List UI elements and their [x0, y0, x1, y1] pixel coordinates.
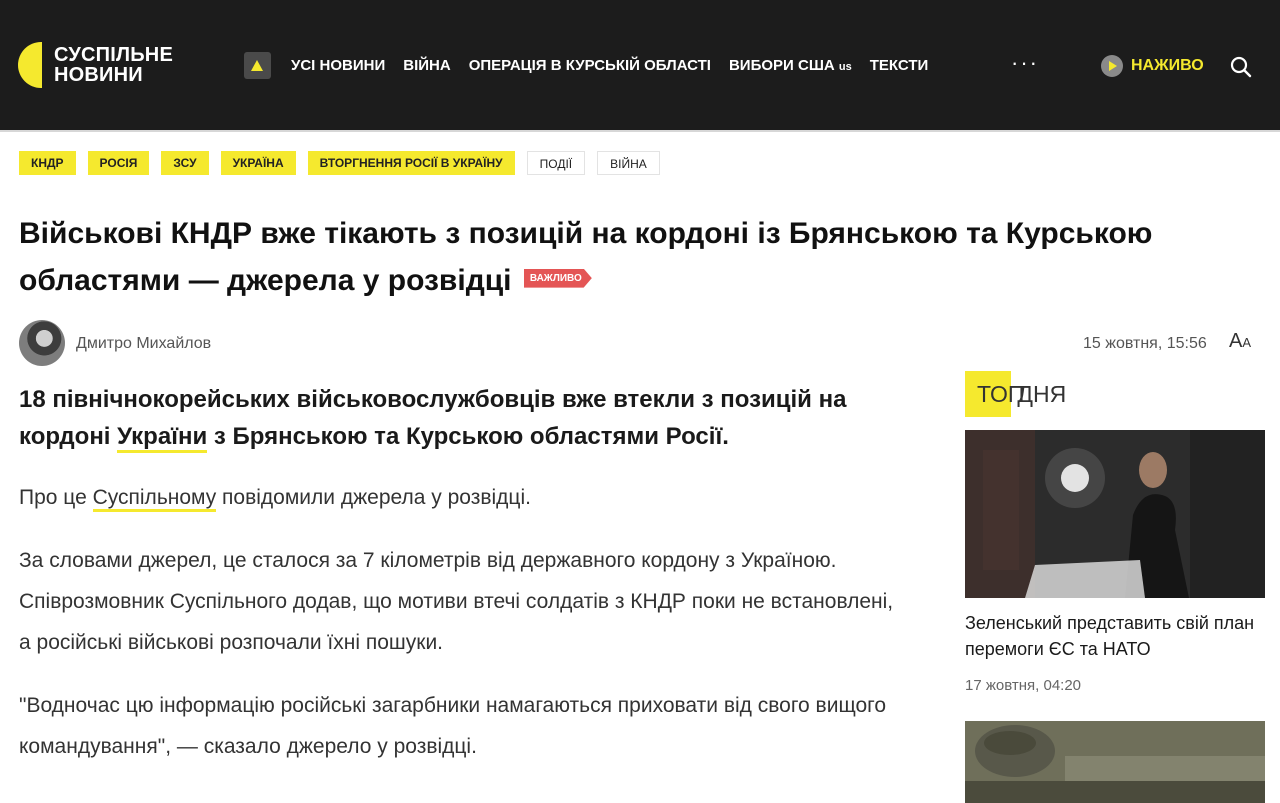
nav-us-elections[interactable]: ВИБОРИ США us [729, 57, 852, 74]
lead-text-2: з Брянською та Курською областями Росії. [207, 423, 729, 450]
top-story-image[interactable] [965, 430, 1265, 598]
p1-text-2: повідомили джерела у розвідці. [216, 486, 531, 509]
font-size-icon[interactable]: AA [1229, 330, 1251, 353]
publish-date: 15 жовтня, 15:56 [1083, 335, 1207, 352]
tag-zsu[interactable]: ЗСУ [161, 151, 209, 175]
author-avatar[interactable] [19, 320, 65, 366]
nav-all-news[interactable]: УСІ НОВИНИ [291, 57, 385, 74]
tag-russia[interactable]: РОСІЯ [87, 151, 150, 175]
article-paragraph-3: "Водночас цю інформацію російські загарб… [19, 694, 887, 758]
article-paragraph-1: Про це Суспільному повідомили джерела у … [19, 477, 899, 518]
tag-events[interactable]: ПОДІЇ [526, 151, 586, 175]
font-size-glyph-small: A [1242, 335, 1252, 350]
article-paragraph-2: За словами джерел, це сталося за 7 кілом… [19, 549, 894, 654]
live-button[interactable]: НАЖИВО [1101, 55, 1204, 77]
search-icon[interactable] [1230, 56, 1252, 78]
tag-war[interactable]: ВІЙНА [597, 151, 660, 175]
lead-link-ukraine[interactable]: України [117, 423, 208, 453]
nav-kursk-operation[interactable]: ОПЕРАЦІЯ В КУРСЬКІЙ ОБЛАСТІ [469, 57, 711, 74]
top-story-title[interactable]: Зеленський представить свій план перемог… [965, 610, 1265, 662]
tag-kndr[interactable]: КНДР [19, 151, 76, 175]
article-title: Військові КНДР вже тікають з позицій на … [19, 210, 1219, 304]
sidebar-heading-rest: ДНЯ [1011, 381, 1067, 407]
sidebar-heading: ТОП ДНЯ [965, 371, 1066, 417]
play-icon [1101, 55, 1123, 77]
tag-ukraine[interactable]: УКРАЇНА [220, 151, 296, 175]
live-label: НАЖИВО [1131, 57, 1204, 74]
nav-war[interactable]: ВІЙНА [403, 57, 450, 74]
p1-link-suspilne[interactable]: Суспільному [92, 486, 217, 512]
logo-mark-icon [18, 42, 42, 88]
logo-text: СУСПІЛЬНЕ НОВИНИ [54, 45, 173, 85]
sidebar-heading-highlight: ТОП [965, 371, 1024, 417]
more-menu-icon[interactable]: ··· [1011, 52, 1039, 74]
top-story-date: 17 жовтня, 04:20 [965, 677, 1082, 694]
p1-text-1: Про це [19, 486, 93, 509]
author-name[interactable]: Дмитро Михайлов [76, 335, 211, 353]
nav-us-elections-label: ВИБОРИ США [728, 57, 835, 74]
important-badge: ВАЖЛИВО [523, 268, 592, 288]
tag-list: КНДР РОСІЯ ЗСУ УКРАЇНА ВТОРГНЕННЯ РОСІЇ … [19, 151, 672, 175]
logo[interactable]: СУСПІЛЬНЕ НОВИНИ [18, 42, 173, 88]
logo-line1: СУСПІЛЬНЕ [54, 44, 173, 66]
second-story-image[interactable] [965, 721, 1265, 803]
site-header: СУСПІЛЬНЕ НОВИНИ УСІ НОВИНИ ВІЙНА ОПЕРАЦ… [0, 0, 1280, 132]
main-nav: УСІ НОВИНИ ВІЙНА ОПЕРАЦІЯ В КУРСЬКІЙ ОБЛ… [244, 52, 946, 79]
font-size-glyph-large: A [1229, 330, 1243, 352]
logo-line2: НОВИНИ [54, 64, 143, 86]
tag-invasion[interactable]: ВТОРГНЕННЯ РОСІЇ В УКРАЇНУ [307, 151, 515, 175]
article-lead: 18 північнокорейських військовослужбовці… [19, 381, 919, 455]
us-badge: us [838, 61, 852, 73]
caret-up-icon[interactable] [244, 52, 271, 79]
nav-texts[interactable]: ТЕКСТИ [870, 57, 929, 74]
